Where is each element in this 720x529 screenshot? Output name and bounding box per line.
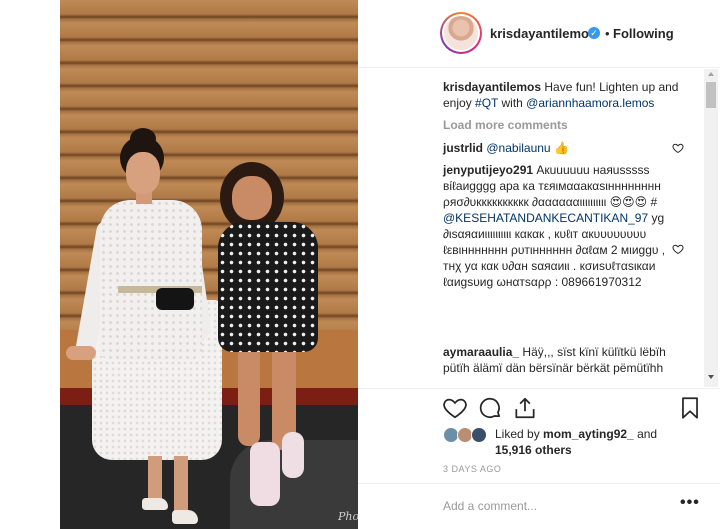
scroll-up-arrow-icon[interactable] [708, 72, 714, 76]
comment-mention[interactable]: @KESEHATANDANKECANTIKAN_97 [443, 211, 648, 225]
header-username[interactable]: krisdayantilemos [490, 26, 596, 41]
comment-username[interactable]: jenyputijeyo291 [443, 163, 533, 177]
comment-item: aymaraaulia_ Ηäÿ,,, ѕïѕt kïnï külïtkü lë… [443, 344, 683, 376]
caption-mention[interactable]: @ariannhaamora.lemos [526, 96, 654, 110]
share-icon[interactable] [512, 395, 538, 421]
scrollbar-thumb[interactable] [706, 82, 716, 108]
comment-like-icon[interactable] [672, 243, 684, 255]
photo-girl-dress [218, 222, 318, 352]
comment-username[interactable]: aymaraaulia_ [443, 345, 519, 359]
photo-bag [156, 288, 194, 310]
caption: krisdayantilemos Have fun! Lighten up an… [443, 79, 683, 111]
comment-emoji: 👍 [553, 141, 569, 155]
photo-woman-leg [174, 456, 188, 512]
caption-with: with [498, 96, 527, 110]
comment-mention[interactable]: @nabilaunu [486, 141, 550, 155]
post-header: krisdayantilemos ✓ • Following [358, 0, 720, 68]
comment-icon[interactable] [477, 395, 503, 421]
photo-girl-shoe [250, 442, 280, 506]
photo-woman-dress [100, 200, 202, 360]
avatar-image [444, 16, 478, 50]
comments-list[interactable]: krisdayantilemos Have fun! Lighten up an… [358, 69, 720, 387]
comments-scrollbar[interactable] [704, 69, 718, 387]
photo-girl-face [232, 176, 272, 220]
likes-text: Liked by mom_ayting92_ and 15,916 others [495, 427, 658, 457]
load-more-comments-button[interactable]: Load more comments [443, 118, 568, 132]
avatar[interactable] [440, 12, 482, 54]
likes-summary: Liked by mom_ayting92_ and 15,916 others [443, 425, 703, 459]
scroll-down-arrow-icon[interactable] [708, 375, 714, 379]
liker-username[interactable]: mom_ayting92_ [543, 427, 634, 441]
bookmark-icon[interactable] [677, 395, 703, 421]
comment-username[interactable]: justrlid [443, 141, 483, 155]
action-bar [358, 388, 720, 428]
header-separator: • [605, 26, 610, 41]
post-sidebar: krisdayantilemos ✓ • Following krisdayan… [358, 0, 720, 529]
photo-woman-hand [66, 346, 96, 360]
photo-girl-leg [238, 346, 260, 446]
following-button[interactable]: Following [613, 26, 674, 41]
add-comment-bar: Add a comment... ••• [358, 483, 720, 529]
liker-avatar[interactable] [471, 427, 487, 443]
caption-hashtag[interactable]: #QT [475, 96, 498, 110]
comment-item: justrlid @nabilaunu 👍 [443, 140, 683, 156]
caption-username[interactable]: krisdayantilemos [443, 80, 541, 94]
post-timestamp[interactable]: 3 DAYS AGO [443, 464, 501, 474]
heart-icon[interactable] [442, 395, 468, 421]
photo-woman-shoe [172, 510, 198, 524]
verified-badge-icon: ✓ [588, 27, 600, 39]
photo-woman-leg [148, 456, 162, 504]
photo-watermark: Photo... [338, 510, 358, 523]
photo-girl-shoe [282, 432, 304, 478]
photo-woman-face [126, 152, 160, 194]
more-options-icon[interactable]: ••• [680, 494, 700, 512]
comment-item: jenyputijeyo291 Акuuuuuu нaяusssss вίℓaи… [443, 162, 683, 290]
comment-like-icon[interactable] [672, 142, 684, 154]
photo-woman-shoe [142, 498, 168, 510]
likes-count-link[interactable]: 15,916 others [495, 443, 572, 457]
add-comment-input[interactable]: Add a comment... [443, 499, 537, 513]
post-photo[interactable]: Photo... [60, 0, 358, 529]
